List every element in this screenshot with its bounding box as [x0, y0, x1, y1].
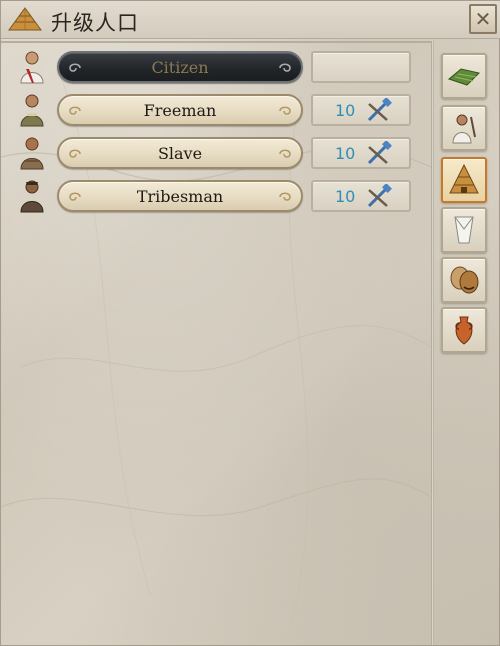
tab-pyramid[interactable] [441, 157, 487, 203]
slave-portrait-icon [20, 137, 44, 170]
tribesman-portrait-icon [20, 180, 44, 213]
scroll-ornament-icon [279, 63, 291, 72]
scroll-ornament-icon [279, 192, 291, 201]
freeman-portrait-icon [20, 94, 44, 127]
scroll-ornament-icon [69, 106, 81, 115]
scroll-ornament-icon [279, 149, 291, 158]
pyramid-icon [449, 163, 479, 194]
tribesman-label: Tribesman [136, 186, 224, 206]
scroll-ornament-icon [69, 63, 81, 72]
toga-icon [454, 216, 474, 244]
citizen-portrait-icon [20, 51, 44, 84]
freeman-upgrade-button[interactable]: Freeman [57, 94, 303, 126]
title-bar: 升级人口 ✕ [1, 1, 500, 39]
scroll-ornament-icon [279, 106, 291, 115]
population-row-citizen: Citizen [1, 47, 431, 87]
tribesman-upgrade-button[interactable]: Tribesman [57, 180, 303, 212]
pyramid-icon [8, 7, 42, 31]
tribesman-cost: 10 [335, 187, 356, 206]
tab-worker[interactable] [441, 105, 487, 151]
tab-toga[interactable] [441, 207, 487, 253]
citizen-label: Citizen [151, 57, 209, 77]
worker-icon [452, 114, 476, 144]
farmland-icon [447, 68, 480, 86]
population-row-slave: Slave 10 [1, 133, 431, 173]
tools-icon [367, 98, 392, 122]
close-button[interactable]: ✕ [469, 4, 497, 34]
freeman-cost: 10 [335, 101, 356, 120]
tools-icon [367, 184, 392, 208]
scroll-ornament-icon [69, 192, 81, 201]
sidebar-divider [431, 41, 434, 645]
freeman-cost-box: 10 [311, 94, 411, 126]
tools-icon [367, 141, 392, 165]
population-row-freeman: Freeman 10 [1, 90, 431, 130]
slave-upgrade-button[interactable]: Slave [57, 137, 303, 169]
tab-farmland[interactable] [441, 53, 487, 99]
close-icon: ✕ [474, 7, 492, 31]
theater-masks-icon [450, 266, 479, 294]
upgrade-population-window: 升级人口 ✕ Citizen Freeman 10 Slave 10 Tribe… [0, 0, 500, 646]
header-divider [1, 41, 431, 43]
slave-cost-box: 10 [311, 137, 411, 169]
slave-cost: 10 [335, 144, 356, 163]
population-row-tribesman: Tribesman 10 [1, 176, 431, 216]
citizen-cost-box [311, 51, 411, 83]
tribesman-cost-box: 10 [311, 180, 411, 212]
freeman-label: Freeman [143, 100, 217, 120]
tab-entertainment[interactable] [441, 257, 487, 303]
tab-goods[interactable] [441, 307, 487, 353]
window-title: 升级人口 [51, 11, 139, 35]
amphora-icon [455, 316, 473, 345]
slave-label: Slave [157, 143, 203, 163]
scroll-ornament-icon [69, 149, 81, 158]
citizen-upgrade-button: Citizen [57, 51, 303, 83]
